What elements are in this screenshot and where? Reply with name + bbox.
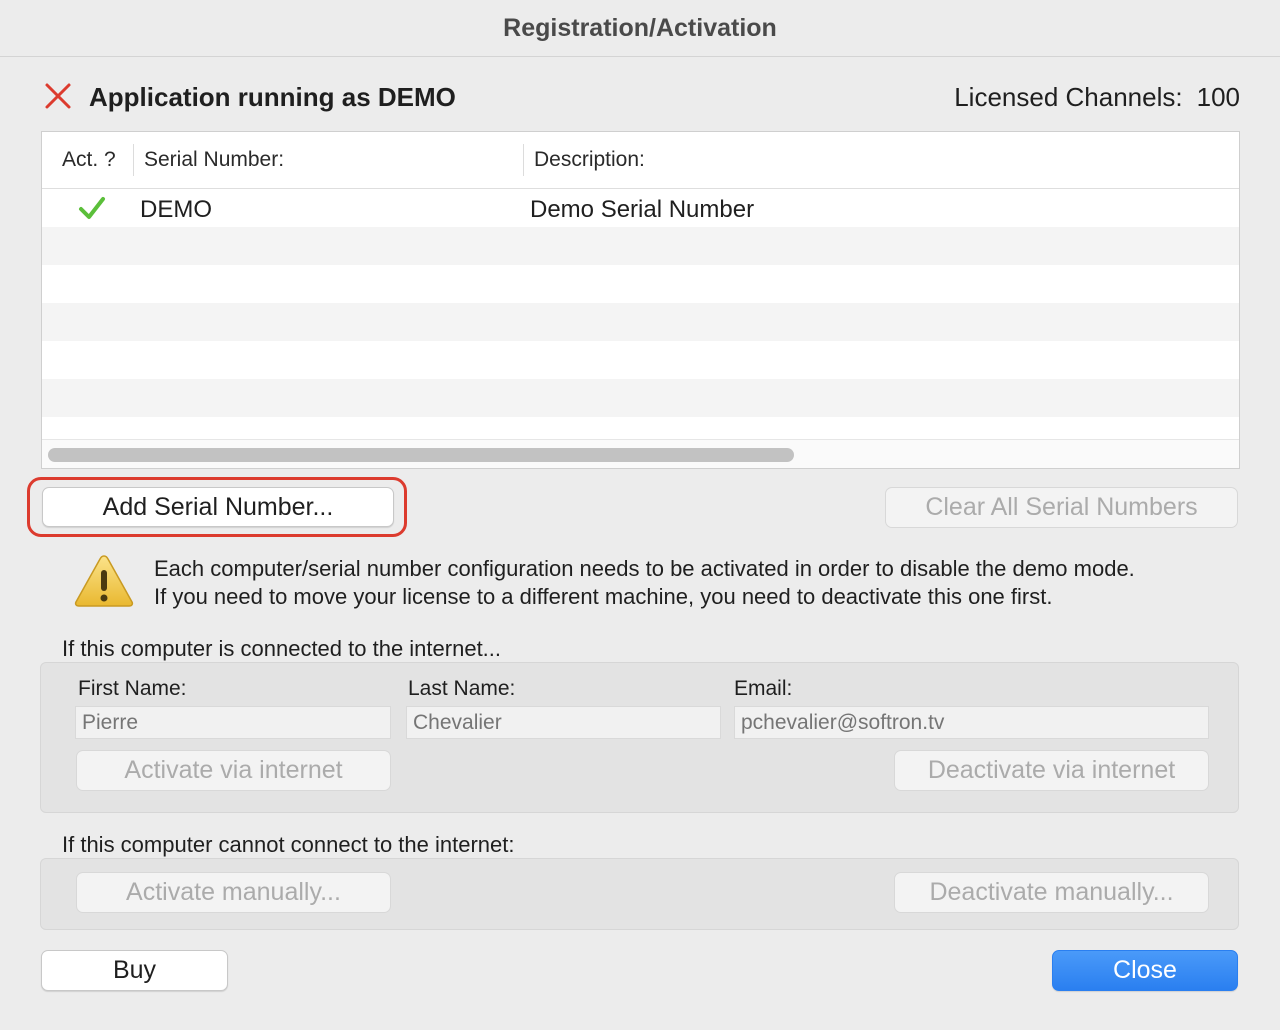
warning-text: Each computer/serial number configuratio… [154,555,1135,611]
close-button[interactable]: Close [1052,950,1238,991]
manual-section-label: If this computer cannot connect to the i… [62,832,515,857]
serial-numbers-table[interactable]: Act. ? Serial Number: Description: DEMO … [41,131,1240,469]
window-title: Registration/Activation [503,13,777,42]
internet-activation-group: First Name: Last Name: Email: Activate v… [40,662,1239,813]
serial-cell: DEMO [140,196,212,223]
horizontal-scrollbar[interactable] [42,439,1239,468]
buy-button[interactable]: Buy [41,950,228,991]
first-name-label: First Name: [78,677,187,700]
last-name-label: Last Name: [408,677,516,700]
table-row[interactable]: DEMO Demo Serial Number [42,189,1239,227]
deactivate-via-internet-button[interactable]: Deactivate via internet [894,750,1209,791]
licensed-channels-value: 100 [1196,82,1240,112]
activate-via-internet-button[interactable]: Activate via internet [76,750,391,791]
licensed-channels-label: Licensed Channels: [954,82,1183,112]
title-bar: Registration/Activation [0,0,1280,57]
licensed-channels: Licensed Channels: 100 [954,82,1240,113]
table-row-empty [42,265,1239,303]
checkmark-icon [79,197,105,219]
activate-manually-button[interactable]: Activate manually... [76,872,391,913]
last-name-field[interactable] [406,706,721,739]
status-row: Application running as DEMO Licensed Cha… [44,78,1240,118]
table-row-empty [42,379,1239,417]
column-divider[interactable] [523,144,524,176]
column-header-description[interactable]: Description: [534,148,645,172]
table-row-empty [42,303,1239,341]
table-row-empty [42,341,1239,379]
table-row-empty [42,227,1239,265]
internet-section-label: If this computer is connected to the int… [62,636,502,661]
deactivate-manually-button[interactable]: Deactivate manually... [894,872,1209,913]
table-header: Act. ? Serial Number: Description: [42,132,1239,189]
table-body: DEMO Demo Serial Number [42,189,1239,417]
manual-activation-group: Activate manually... Deactivate manually… [40,858,1239,930]
add-serial-number-button[interactable]: Add Serial Number... [42,487,394,527]
column-divider[interactable] [133,144,134,176]
first-name-field[interactable] [75,706,391,739]
column-header-serial[interactable]: Serial Number: [144,148,284,172]
description-cell: Demo Serial Number [530,196,755,223]
email-label: Email: [734,677,793,700]
email-field[interactable] [734,706,1209,739]
warning-line-1: Each computer/serial number configuratio… [154,556,1135,581]
scrollbar-thumb[interactable] [48,448,794,462]
column-header-active[interactable]: Act. ? [62,148,116,172]
warning-triangle-icon [74,555,134,607]
status-text: Application running as DEMO [89,82,456,112]
clear-all-serial-numbers-button[interactable]: Clear All Serial Numbers [885,487,1238,528]
warning-line-2: If you need to move your license to a di… [154,584,1053,609]
close-x-icon [45,83,71,109]
